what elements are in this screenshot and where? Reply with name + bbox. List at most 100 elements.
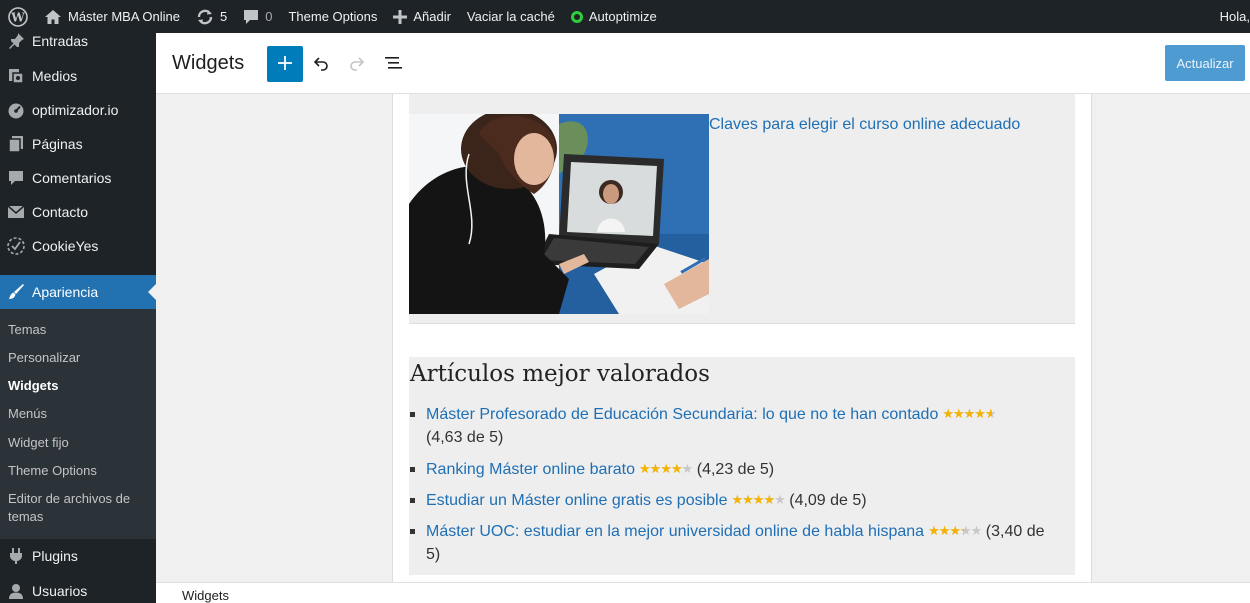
submenu-item-widgets[interactable]: Widgets bbox=[8, 377, 148, 395]
theme-options-link[interactable]: Theme Options bbox=[280, 0, 385, 33]
pages-icon bbox=[0, 135, 32, 153]
sidebar-item-label: Apariencia bbox=[32, 284, 99, 300]
admin-bar: W Máster MBA Online 5 0 Theme Options Añ… bbox=[0, 0, 1250, 33]
sidebar-item-label: Plugins bbox=[32, 548, 78, 564]
media-icon bbox=[0, 67, 32, 85]
sidebar-item-apariencia[interactable]: Apariencia bbox=[0, 275, 156, 309]
rating-score: (4,63 de 5) bbox=[426, 429, 504, 446]
sidebar-item-optimizador[interactable]: optimizador.io bbox=[0, 93, 156, 127]
bullet-icon bbox=[410, 529, 415, 534]
post-thumbnail[interactable] bbox=[409, 114, 709, 314]
submenu-item-menus[interactable]: Menús bbox=[8, 405, 148, 423]
widget-area: Claves para elegir el curso online adecu… bbox=[392, 94, 1092, 582]
add-new-link[interactable]: Añadir bbox=[385, 0, 459, 33]
star-rating-icon: ★★★★★★★★★★ bbox=[639, 461, 693, 476]
site-name-link[interactable]: Máster MBA Online bbox=[36, 0, 188, 33]
sidebar-item-usuarios[interactable]: Usuarios bbox=[0, 574, 156, 603]
comment-icon bbox=[243, 9, 259, 25]
update-button[interactable]: Actualizar bbox=[1165, 45, 1245, 81]
add-new-label: Añadir bbox=[413, 9, 451, 24]
plus-icon bbox=[393, 9, 408, 24]
sidebar-item-contacto[interactable]: Contacto bbox=[0, 195, 156, 229]
sidebar-item-label: optimizador.io bbox=[32, 102, 119, 118]
theme-options-label: Theme Options bbox=[288, 9, 378, 24]
sidebar-item-label: Comentarios bbox=[32, 170, 112, 186]
wordpress-logo-icon[interactable]: W bbox=[0, 0, 36, 33]
article-link[interactable]: Máster UOC: estudiar en la mejor univers… bbox=[426, 523, 924, 540]
list-item: Máster UOC: estudiar en la mejor univers… bbox=[409, 520, 1059, 566]
comments-count: 0 bbox=[265, 9, 273, 24]
sidebar-item-paginas[interactable]: Páginas bbox=[0, 127, 156, 161]
star-rating-icon: ★★★★★★★★★★ bbox=[942, 406, 996, 421]
top-rated-block[interactable]: Artículos mejor valorados Máster Profeso… bbox=[409, 357, 1075, 575]
sidebar-item-label: Contacto bbox=[32, 204, 89, 220]
submenu-item-personalizar[interactable]: Personalizar bbox=[8, 349, 148, 367]
plus-icon bbox=[277, 55, 293, 74]
status-circle-icon bbox=[570, 10, 583, 23]
autoptimize-link[interactable]: Autoptimize bbox=[563, 0, 665, 33]
submenu-item-theme-options[interactable]: Theme Options bbox=[8, 462, 148, 480]
bullet-icon bbox=[410, 412, 415, 417]
rating-score: (4,23 de 5) bbox=[696, 461, 775, 478]
sidebar-item-entradas[interactable]: Entradas bbox=[0, 33, 156, 58]
sidebar-item-label: Usuarios bbox=[32, 583, 88, 599]
article-link[interactable]: Estudiar un Máster online gratis es posi… bbox=[426, 492, 728, 509]
undo-icon bbox=[311, 53, 331, 76]
mail-icon bbox=[0, 203, 32, 221]
sidebar-item-comentarios[interactable]: Comentarios bbox=[0, 161, 156, 195]
clear-cache-link[interactable]: Vaciar la caché bbox=[459, 0, 563, 33]
plugin-icon bbox=[0, 547, 32, 565]
list-item: Estudiar un Máster online gratis es posi… bbox=[409, 489, 1059, 512]
widget-title: Artículos mejor valorados bbox=[410, 361, 710, 387]
sidebar-item-plugins[interactable]: Plugins bbox=[0, 539, 156, 573]
sidebar-item-label: Medios bbox=[32, 68, 78, 84]
site-name: Máster MBA Online bbox=[68, 9, 180, 24]
editor-header: Widgets Actualizar bbox=[156, 33, 1250, 94]
editor-footer: Widgets bbox=[156, 582, 1250, 603]
appearance-submenu: Temas Personalizar Widgets Menús Widget … bbox=[0, 309, 156, 539]
star-rating-icon: ★★★★★★★★★★ bbox=[928, 523, 982, 538]
editor-canvas: Claves para elegir el curso online adecu… bbox=[156, 94, 1250, 582]
list-view-icon bbox=[383, 53, 403, 76]
article-link[interactable]: Máster Profesorado de Educación Secundar… bbox=[426, 406, 938, 423]
refresh-icon bbox=[196, 8, 214, 26]
rating-score: (4,09 de 5) bbox=[789, 492, 867, 509]
comments-link[interactable]: 0 bbox=[235, 0, 280, 33]
comment-icon bbox=[0, 169, 32, 187]
undo-button[interactable] bbox=[303, 46, 339, 82]
list-item: Ranking Máster online barato ★★★★★★★★★★ (… bbox=[409, 458, 1059, 481]
autoptimize-label: Autoptimize bbox=[588, 9, 657, 24]
bullet-icon bbox=[410, 498, 415, 503]
add-block-button[interactable] bbox=[267, 46, 303, 82]
admin-sidebar: Entradas Medios optimizador.io Páginas C… bbox=[0, 33, 156, 603]
article-link[interactable]: Ranking Máster online barato bbox=[426, 461, 635, 478]
svg-text:W: W bbox=[10, 10, 25, 24]
my-account-link[interactable]: Hola, bbox=[1212, 0, 1250, 33]
greeting-label: Hola, bbox=[1219, 9, 1250, 24]
submenu-item-temas[interactable]: Temas bbox=[8, 321, 148, 339]
home-icon bbox=[44, 9, 62, 25]
pin-icon bbox=[0, 33, 32, 50]
bullet-icon bbox=[410, 467, 415, 472]
updates-link[interactable]: 5 bbox=[188, 0, 235, 33]
sidebar-item-label: Páginas bbox=[32, 136, 83, 152]
latest-posts-block[interactable]: Claves para elegir el curso online adecu… bbox=[409, 94, 1075, 324]
breadcrumb[interactable]: Widgets bbox=[182, 588, 229, 603]
sidebar-item-medios[interactable]: Medios bbox=[0, 59, 156, 93]
brush-icon bbox=[0, 283, 32, 301]
submenu-item-theme-editor[interactable]: Editor de archivos de temas bbox=[8, 490, 148, 526]
user-icon bbox=[0, 582, 32, 600]
star-rating-icon: ★★★★★★★★★★ bbox=[731, 492, 786, 507]
post-link[interactable]: Claves para elegir el curso online adecu… bbox=[709, 116, 1020, 134]
gauge-icon bbox=[0, 101, 32, 119]
submenu-item-widget-fijo[interactable]: Widget fijo bbox=[8, 434, 148, 452]
redo-icon bbox=[347, 53, 367, 76]
sidebar-item-label: CookieYes bbox=[32, 238, 99, 254]
page-title: Widgets bbox=[172, 52, 245, 74]
sidebar-item-label: Entradas bbox=[32, 33, 89, 49]
redo-button[interactable] bbox=[339, 46, 375, 82]
list-view-button[interactable] bbox=[375, 46, 411, 82]
list-item: Máster Profesorado de Educación Secundar… bbox=[409, 403, 1059, 449]
sidebar-item-cookieyes[interactable]: CookieYes bbox=[0, 229, 156, 263]
cookie-check-icon bbox=[0, 236, 32, 256]
